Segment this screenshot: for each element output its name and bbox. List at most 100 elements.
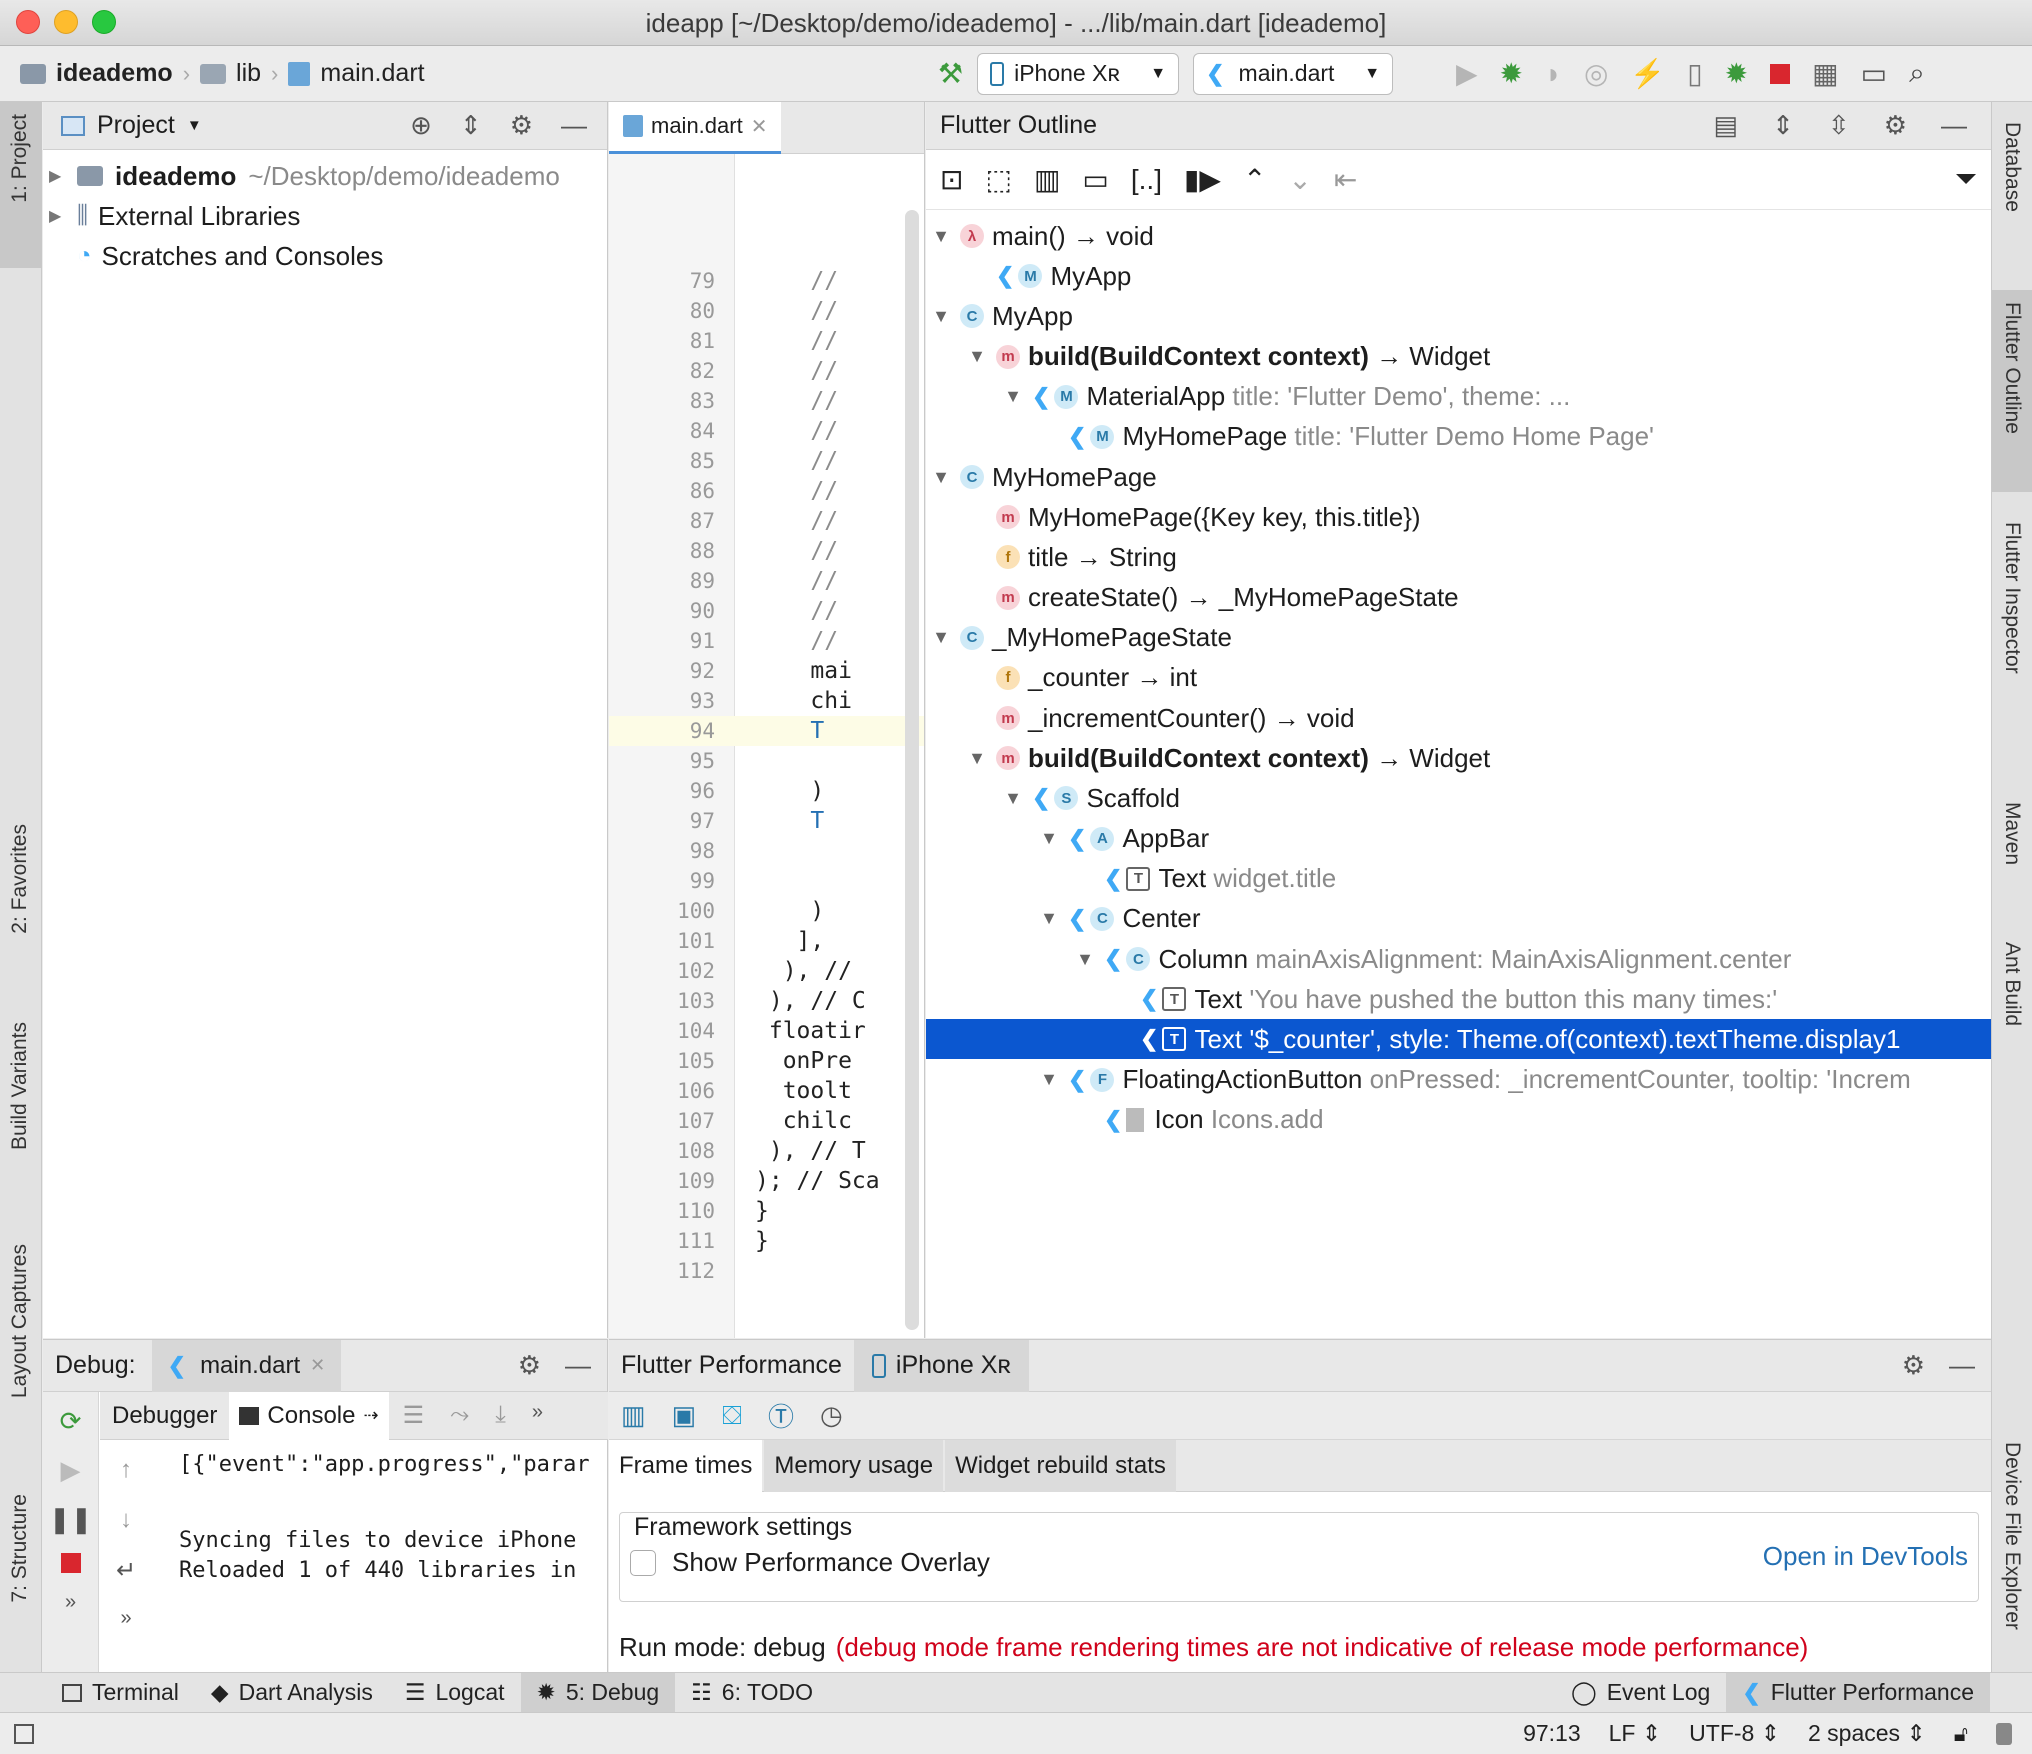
outline-item[interactable]: ❮ M MyHomePage title: 'Flutter Demo Home P…	[926, 417, 1991, 457]
hide-icon[interactable]: —	[1949, 1350, 1975, 1381]
hide-icon[interactable]: —	[561, 110, 587, 141]
outline-item[interactable]: ▼ ❮ M MaterialApp title: 'Flutter Demo', th…	[926, 377, 1991, 417]
line-separator[interactable]: LF ⇕	[1609, 1720, 1662, 1747]
tab-flutter-outline[interactable]: Flutter Outline	[2000, 302, 2024, 434]
tab-console[interactable]: Console ⇢	[229, 1391, 389, 1440]
close-icon[interactable]: ✕	[751, 114, 768, 139]
gear-icon[interactable]: ⚙	[518, 1350, 541, 1381]
coverage-icon[interactable]: ◗	[1545, 58, 1562, 90]
outline-item[interactable]: m MyHomePage({Key key, this.title})	[926, 497, 1991, 537]
tab-device[interactable]: iPhone Xʀ	[853, 1339, 1029, 1392]
text-baseline-icon[interactable]: Ⓣ	[768, 1397, 794, 1434]
project-view-selector[interactable]: Project	[97, 111, 175, 140]
tab-widget-rebuild-stats[interactable]: Widget rebuild stats	[945, 1439, 1176, 1492]
tab-structure[interactable]: 7: Structure	[8, 1494, 32, 1603]
timer-icon[interactable]: ◷	[820, 1400, 843, 1431]
console-output[interactable]: [{"event":"app.progress","parar Syncing f…	[179, 1450, 607, 1586]
wrap-center-icon[interactable]: ⊡	[940, 163, 963, 196]
caret-position[interactable]: 97:13	[1523, 1720, 1581, 1747]
tab-layout-captures[interactable]: Layout Captures	[8, 1244, 32, 1398]
repaint-rainbow-icon[interactable]: ⛋	[722, 1400, 742, 1432]
tab-dart-analysis[interactable]: ◆ Dart Analysis	[195, 1673, 389, 1713]
hot-reload-icon[interactable]: ⚡	[1630, 57, 1665, 90]
down-arrow-icon[interactable]: ↓	[120, 1506, 132, 1534]
search-icon[interactable]: ⌕	[1909, 57, 1925, 90]
hammer-icon[interactable]: ⚒	[938, 57, 963, 90]
extract-method-icon[interactable]: ▮▶	[1184, 163, 1221, 196]
tab-favorites[interactable]: 2: Favorites	[8, 824, 32, 934]
outline-item[interactable]: ❮ T Text '$_counter', style: Theme.of(cont…	[926, 1019, 1991, 1060]
tab-device-file-explorer[interactable]: Device File Explorer	[2000, 1442, 2024, 1630]
chevron-down-icon[interactable]: ▼	[1038, 908, 1060, 929]
step-over-icon[interactable]: ⤳	[450, 1401, 469, 1430]
tab-flutter-inspector[interactable]: Flutter Inspector	[2000, 522, 2024, 674]
outline-item[interactable]: ▼ C MyHomePage	[926, 457, 1991, 497]
outline-item[interactable]: ❮ M MyApp	[926, 256, 1991, 296]
comment-icon[interactable]: ▤	[1714, 110, 1739, 141]
tab-flutter-performance[interactable]: Flutter Performance	[609, 1340, 854, 1392]
expand-all-icon[interactable]: ⇕	[1772, 110, 1794, 141]
chevron-down-icon[interactable]: ▼	[1074, 949, 1096, 970]
show-performance-overlay-checkbox[interactable]	[630, 1549, 656, 1576]
project-structure-icon[interactable]: ▦	[1812, 57, 1838, 90]
locate-icon[interactable]: ⊕	[410, 110, 432, 141]
chevron-down-icon[interactable]: ▼	[1038, 828, 1060, 849]
device-selector[interactable]: iPhone Xʀ ▼	[977, 52, 1180, 95]
chevron-down-icon[interactable]: ▼	[966, 748, 988, 769]
performance-overlay-icon[interactable]: ▥	[621, 1400, 646, 1431]
more-icon[interactable]: »	[532, 1401, 543, 1430]
outline-item[interactable]: ▼ ❮ A AppBar	[926, 819, 1991, 859]
hot-restart-icon[interactable]: ▯	[1687, 57, 1702, 90]
hide-icon[interactable]: —	[565, 1350, 591, 1381]
tab-debug[interactable]: ✹ 5: Debug	[520, 1672, 676, 1713]
attach-debugger-icon[interactable]: ✹	[1725, 57, 1748, 90]
wrap-padding-icon[interactable]: ⬚	[985, 163, 1011, 196]
stop-icon[interactable]	[1770, 63, 1791, 84]
tab-debugger[interactable]: Debugger	[100, 1392, 229, 1440]
device-manager-icon[interactable]: ▭	[1861, 57, 1887, 90]
editor-scrollbar[interactable]	[905, 210, 919, 1330]
debug-icon[interactable]: ✹	[1500, 57, 1523, 90]
wrap-column-icon[interactable]: ▥	[1034, 163, 1060, 196]
indent-setting[interactable]: 2 spaces ⇕	[1808, 1720, 1926, 1747]
chevron-down-icon[interactable]: ▼	[930, 306, 952, 327]
outline-item[interactable]: ▼ m build(BuildContext context) → Widget	[926, 337, 1991, 377]
stop-icon[interactable]	[60, 1553, 81, 1573]
tab-terminal[interactable]: Terminal	[46, 1673, 195, 1713]
tab-flutter-performance-bottom[interactable]: ❮ Flutter Performance	[1726, 1672, 1990, 1713]
remove-widget-icon[interactable]: ⇤	[1334, 163, 1357, 196]
tab-todo[interactable]: ☷ 6: TODO	[675, 1673, 829, 1713]
profile-icon[interactable]: ◎	[1584, 57, 1608, 90]
collapse-all-icon[interactable]: ⇳	[1828, 110, 1850, 141]
lock-icon[interactable]: 🔓︎	[1954, 1721, 1968, 1747]
code-text[interactable]: // // // // // // // // // // // // // m…	[755, 266, 924, 1286]
list-icon[interactable]: ☰	[403, 1401, 425, 1430]
chevron-down-icon[interactable]: ▼	[1002, 386, 1024, 407]
step-into-icon[interactable]: ⤓	[495, 1401, 506, 1430]
run-icon[interactable]: ▶	[1456, 57, 1478, 90]
move-up-icon[interactable]: ⌃	[1243, 163, 1266, 196]
resume-icon[interactable]: ▶	[61, 1455, 81, 1486]
tree-item-ideademo[interactable]: ▶ ideademo ~/Desktop/demo/ideademo	[43, 156, 607, 196]
outline-item[interactable]: ❮ T Text 'You have pushed the button this …	[926, 979, 1991, 1019]
outline-item[interactable]: ▼ ❮ S Scaffold	[926, 778, 1991, 818]
outline-item[interactable]: ▼ λ main() → void	[926, 216, 1991, 256]
open-in-devtools-link[interactable]: Open in DevTools	[1763, 1541, 1968, 1572]
gear-icon[interactable]: ⚙	[1902, 1350, 1925, 1381]
chevron-down-icon[interactable]: ▼	[930, 467, 952, 488]
chevron-down-icon[interactable]: ▼	[966, 346, 988, 367]
breadcrumb-lib[interactable]: lib	[236, 59, 261, 88]
wrap-new-widget-icon[interactable]: [..]	[1131, 164, 1162, 196]
pause-icon[interactable]: ❚❚	[49, 1504, 93, 1535]
move-down-icon[interactable]: ⌄	[1288, 163, 1311, 196]
tab-memory-usage[interactable]: Memory usage	[764, 1439, 944, 1492]
more-icon[interactable]: »	[120, 1607, 131, 1630]
close-icon[interactable]: ✕	[310, 1355, 325, 1376]
wrap-row-icon[interactable]: ▭	[1082, 163, 1108, 196]
rerun-icon[interactable]: ⟳	[60, 1406, 82, 1437]
collapse-all-icon[interactable]: ⇕	[460, 110, 482, 141]
chevron-down-icon[interactable]: ▼	[930, 226, 952, 247]
tree-item-scratches[interactable]: ◔ Scratches and Consoles	[43, 236, 607, 276]
chevron-down-icon[interactable]: ▼	[1002, 788, 1024, 809]
outline-item[interactable]: ❮ T Text widget.title	[926, 859, 1991, 899]
